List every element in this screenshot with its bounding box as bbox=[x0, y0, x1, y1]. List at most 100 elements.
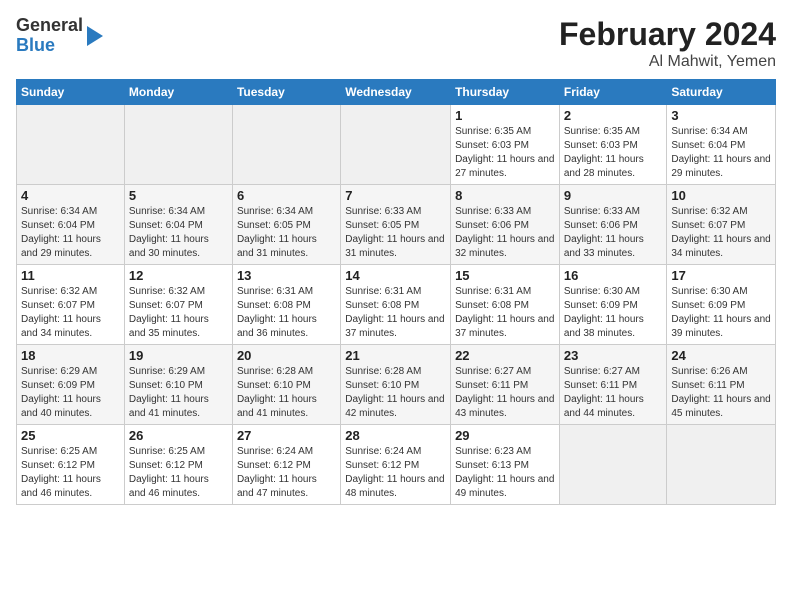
calendar-cell bbox=[124, 105, 232, 185]
calendar-week-row: 18Sunrise: 6:29 AM Sunset: 6:09 PM Dayli… bbox=[17, 345, 776, 425]
weekday-header-monday: Monday bbox=[124, 80, 232, 105]
day-number: 22 bbox=[455, 348, 555, 363]
calendar-cell: 28Sunrise: 6:24 AM Sunset: 6:12 PM Dayli… bbox=[341, 425, 451, 505]
calendar-cell: 9 Sunrise: 6:33 AM Sunset: 6:06 PM Daylig… bbox=[559, 185, 667, 265]
day-detail: Sunrise: 6:33 AM Sunset: 6:06 PM Dayligh… bbox=[455, 205, 555, 261]
day-number: 8 bbox=[455, 188, 555, 203]
calendar-cell: 25Sunrise: 6:25 AM Sunset: 6:12 PM Dayli… bbox=[17, 425, 125, 505]
day-number: 11 bbox=[21, 268, 120, 283]
logo-general: General bbox=[16, 16, 83, 36]
day-number: 16 bbox=[564, 268, 663, 283]
day-detail: Sunrise: 6:27 AM Sunset: 6:11 PM Dayligh… bbox=[564, 365, 663, 421]
weekday-header-saturday: Saturday bbox=[667, 80, 776, 105]
calendar-location: Al Mahwit, Yemen bbox=[559, 53, 776, 71]
calendar-cell: 26 Sunrise: 6:25 AM Sunset: 6:12 PM Dayli… bbox=[124, 425, 232, 505]
calendar-week-row: 11 Sunrise: 6:32 AM Sunset: 6:07 PM Dayli… bbox=[17, 265, 776, 345]
calendar-cell: 11 Sunrise: 6:32 AM Sunset: 6:07 PM Dayli… bbox=[17, 265, 125, 345]
logo: General Blue bbox=[16, 16, 105, 56]
day-detail: Sunrise: 6:34 AM Sunset: 6:04 PM Dayligh… bbox=[671, 125, 771, 181]
calendar-cell bbox=[341, 105, 451, 185]
calendar-table: SundayMondayTuesdayWednesdayThursdayFrid… bbox=[16, 79, 776, 505]
day-number: 4 bbox=[21, 188, 120, 203]
day-number: 18 bbox=[21, 348, 120, 363]
weekday-header-wednesday: Wednesday bbox=[341, 80, 451, 105]
day-number: 12 bbox=[129, 268, 228, 283]
calendar-cell: 3 Sunrise: 6:34 AM Sunset: 6:04 PM Daylig… bbox=[667, 105, 776, 185]
day-number: 28 bbox=[345, 428, 446, 443]
weekday-header-sunday: Sunday bbox=[17, 80, 125, 105]
calendar-cell: 20 Sunrise: 6:28 AM Sunset: 6:10 PM Dayli… bbox=[232, 345, 340, 425]
weekday-header-row: SundayMondayTuesdayWednesdayThursdayFrid… bbox=[17, 80, 776, 105]
day-number: 24 bbox=[671, 348, 771, 363]
day-detail: Sunrise: 6:31 AM Sunset: 6:08 PM Dayligh… bbox=[345, 285, 446, 341]
day-detail: Sunrise: 6:25 AM Sunset: 6:12 PM Dayligh… bbox=[129, 445, 228, 501]
calendar-cell: 15 Sunrise: 6:31 AM Sunset: 6:08 PM Dayli… bbox=[451, 265, 560, 345]
calendar-cell: 27 Sunrise: 6:24 AM Sunset: 6:12 PM Dayli… bbox=[232, 425, 340, 505]
calendar-cell: 18Sunrise: 6:29 AM Sunset: 6:09 PM Dayli… bbox=[17, 345, 125, 425]
day-detail: Sunrise: 6:30 AM Sunset: 6:09 PM Dayligh… bbox=[564, 285, 663, 341]
calendar-cell: 14 Sunrise: 6:31 AM Sunset: 6:08 PM Dayli… bbox=[341, 265, 451, 345]
day-number: 7 bbox=[345, 188, 446, 203]
calendar-cell: 23Sunrise: 6:27 AM Sunset: 6:11 PM Dayli… bbox=[559, 345, 667, 425]
day-number: 27 bbox=[237, 428, 336, 443]
day-detail: Sunrise: 6:26 AM Sunset: 6:11 PM Dayligh… bbox=[671, 365, 771, 421]
calendar-cell bbox=[559, 425, 667, 505]
day-number: 15 bbox=[455, 268, 555, 283]
day-detail: Sunrise: 6:27 AM Sunset: 6:11 PM Dayligh… bbox=[455, 365, 555, 421]
day-number: 29 bbox=[455, 428, 555, 443]
day-number: 10 bbox=[671, 188, 771, 203]
day-detail: Sunrise: 6:34 AM Sunset: 6:04 PM Dayligh… bbox=[129, 205, 228, 261]
day-number: 17 bbox=[671, 268, 771, 283]
day-detail: Sunrise: 6:32 AM Sunset: 6:07 PM Dayligh… bbox=[21, 285, 120, 341]
day-number: 13 bbox=[237, 268, 336, 283]
day-detail: Sunrise: 6:32 AM Sunset: 6:07 PM Dayligh… bbox=[129, 285, 228, 341]
day-number: 5 bbox=[129, 188, 228, 203]
calendar-cell: 29 Sunrise: 6:23 AM Sunset: 6:13 PM Dayli… bbox=[451, 425, 560, 505]
day-detail: Sunrise: 6:34 AM Sunset: 6:05 PM Dayligh… bbox=[237, 205, 336, 261]
day-detail: Sunrise: 6:29 AM Sunset: 6:10 PM Dayligh… bbox=[129, 365, 228, 421]
calendar-week-row: 1Sunrise: 6:35 AM Sunset: 6:03 PM Daylig… bbox=[17, 105, 776, 185]
day-number: 9 bbox=[564, 188, 663, 203]
day-detail: Sunrise: 6:28 AM Sunset: 6:10 PM Dayligh… bbox=[237, 365, 336, 421]
calendar-cell: 24 Sunrise: 6:26 AM Sunset: 6:11 PM Dayli… bbox=[667, 345, 776, 425]
weekday-header-thursday: Thursday bbox=[451, 80, 560, 105]
logo-blue: Blue bbox=[16, 36, 83, 56]
day-detail: Sunrise: 6:33 AM Sunset: 6:05 PM Dayligh… bbox=[345, 205, 446, 261]
day-detail: Sunrise: 6:31 AM Sunset: 6:08 PM Dayligh… bbox=[237, 285, 336, 341]
calendar-title: February 2024 bbox=[559, 16, 776, 53]
calendar-cell: 10 Sunrise: 6:32 AM Sunset: 6:07 PM Dayli… bbox=[667, 185, 776, 265]
day-detail: Sunrise: 6:34 AM Sunset: 6:04 PM Dayligh… bbox=[21, 205, 120, 261]
calendar-cell: 17 Sunrise: 6:30 AM Sunset: 6:09 PM Dayli… bbox=[667, 265, 776, 345]
calendar-cell: 4 Sunrise: 6:34 AM Sunset: 6:04 PM Daylig… bbox=[17, 185, 125, 265]
calendar-cell: 7 Sunrise: 6:33 AM Sunset: 6:05 PM Daylig… bbox=[341, 185, 451, 265]
day-detail: Sunrise: 6:24 AM Sunset: 6:12 PM Dayligh… bbox=[237, 445, 336, 501]
calendar-cell: 13 Sunrise: 6:31 AM Sunset: 6:08 PM Dayli… bbox=[232, 265, 340, 345]
day-detail: Sunrise: 6:30 AM Sunset: 6:09 PM Dayligh… bbox=[671, 285, 771, 341]
day-number: 26 bbox=[129, 428, 228, 443]
day-number: 3 bbox=[671, 108, 771, 123]
day-number: 2 bbox=[564, 108, 663, 123]
day-number: 1 bbox=[455, 108, 555, 123]
calendar-cell: 6Sunrise: 6:34 AM Sunset: 6:05 PM Daylig… bbox=[232, 185, 340, 265]
calendar-cell: 16 Sunrise: 6:30 AM Sunset: 6:09 PM Dayli… bbox=[559, 265, 667, 345]
calendar-cell bbox=[232, 105, 340, 185]
weekday-header-tuesday: Tuesday bbox=[232, 80, 340, 105]
calendar-week-row: 4 Sunrise: 6:34 AM Sunset: 6:04 PM Daylig… bbox=[17, 185, 776, 265]
calendar-cell: 21Sunrise: 6:28 AM Sunset: 6:10 PM Dayli… bbox=[341, 345, 451, 425]
calendar-cell: 12 Sunrise: 6:32 AM Sunset: 6:07 PM Dayli… bbox=[124, 265, 232, 345]
day-detail: Sunrise: 6:25 AM Sunset: 6:12 PM Dayligh… bbox=[21, 445, 120, 501]
weekday-header-friday: Friday bbox=[559, 80, 667, 105]
title-block: February 2024 Al Mahwit, Yemen bbox=[559, 16, 776, 71]
calendar-cell bbox=[17, 105, 125, 185]
calendar-cell: 22 Sunrise: 6:27 AM Sunset: 6:11 PM Dayli… bbox=[451, 345, 560, 425]
day-detail: Sunrise: 6:23 AM Sunset: 6:13 PM Dayligh… bbox=[455, 445, 555, 501]
day-number: 20 bbox=[237, 348, 336, 363]
day-number: 14 bbox=[345, 268, 446, 283]
day-detail: Sunrise: 6:31 AM Sunset: 6:08 PM Dayligh… bbox=[455, 285, 555, 341]
calendar-cell: 2Sunrise: 6:35 AM Sunset: 6:03 PM Daylig… bbox=[559, 105, 667, 185]
day-detail: Sunrise: 6:33 AM Sunset: 6:06 PM Dayligh… bbox=[564, 205, 663, 261]
calendar-cell: 5 Sunrise: 6:34 AM Sunset: 6:04 PM Daylig… bbox=[124, 185, 232, 265]
calendar-cell bbox=[667, 425, 776, 505]
day-number: 21 bbox=[345, 348, 446, 363]
day-detail: Sunrise: 6:32 AM Sunset: 6:07 PM Dayligh… bbox=[671, 205, 771, 261]
